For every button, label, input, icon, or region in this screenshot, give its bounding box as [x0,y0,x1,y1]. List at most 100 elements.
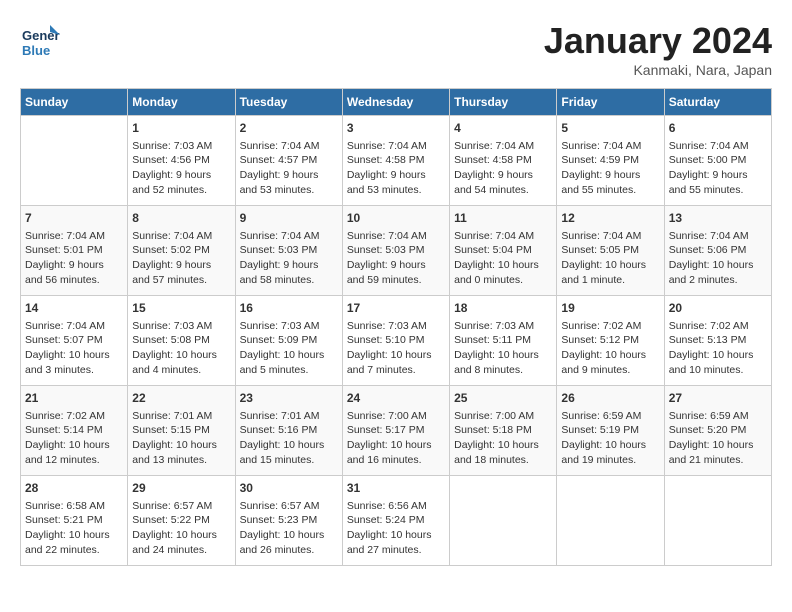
day-content: Sunrise: 6:59 AM Sunset: 5:19 PM Dayligh… [561,409,659,468]
calendar-cell: 13Sunrise: 7:04 AM Sunset: 5:06 PM Dayli… [664,206,771,296]
calendar-cell: 27 Sunrise: 6:59 AM Sunset: 5:20 PM Dayli… [664,386,771,476]
day-content: Sunrise: 7:04 AM Sunset: 5:01 PM Dayligh… [25,229,123,288]
calendar-cell: 23 Sunrise: 7:01 AM Sunset: 5:16 PM Dayli… [235,386,342,476]
calendar-cell: 4 Sunrise: 7:04 AM Sunset: 4:58 PM Daylig… [450,116,557,206]
day-content: Sunrise: 6:59 AM Sunset: 5:20 PM Dayligh… [669,409,767,468]
day-content: Sunrise: 7:03 AM Sunset: 5:11 PM Dayligh… [454,319,552,378]
day-number: 10 [347,210,445,227]
calendar-cell: 28Sunrise: 6:58 AM Sunset: 5:21 PM Dayli… [21,476,128,566]
week-row-2: 14 Sunrise: 7:04 AM Sunset: 5:07 PM Dayli… [21,296,772,386]
day-number: 24 [347,390,445,407]
day-number: 19 [561,300,659,317]
day-number: 23 [240,390,338,407]
calendar-table: SundayMondayTuesdayWednesdayThursdayFrid… [20,88,772,566]
logo: General Blue [20,20,64,60]
day-content: Sunrise: 7:01 AM Sunset: 5:15 PM Dayligh… [132,409,230,468]
day-number: 28 [25,480,123,497]
calendar-cell: 19 Sunrise: 7:02 AM Sunset: 5:12 PM Dayli… [557,296,664,386]
calendar-cell: 20Sunrise: 7:02 AM Sunset: 5:13 PM Dayli… [664,296,771,386]
day-number: 7 [25,210,123,227]
day-number: 29 [132,480,230,497]
day-content: Sunrise: 7:04 AM Sunset: 5:04 PM Dayligh… [454,229,552,288]
day-content: Sunrise: 7:00 AM Sunset: 5:17 PM Dayligh… [347,409,445,468]
day-content: Sunrise: 7:02 AM Sunset: 5:13 PM Dayligh… [669,319,767,378]
calendar-cell: 25 Sunrise: 7:00 AM Sunset: 5:18 PM Dayli… [450,386,557,476]
day-content: Sunrise: 7:01 AM Sunset: 5:16 PM Dayligh… [240,409,338,468]
calendar-cell [21,116,128,206]
calendar-cell [450,476,557,566]
day-content: Sunrise: 7:03 AM Sunset: 5:10 PM Dayligh… [347,319,445,378]
page-header: General Blue January 2024 Kanmaki, Nara,… [20,20,772,78]
day-number: 22 [132,390,230,407]
calendar-cell: 16 Sunrise: 7:03 AM Sunset: 5:09 PM Dayli… [235,296,342,386]
week-row-4: 28Sunrise: 6:58 AM Sunset: 5:21 PM Dayli… [21,476,772,566]
header-day-tuesday: Tuesday [235,89,342,116]
week-row-3: 21 Sunrise: 7:02 AM Sunset: 5:14 PM Dayli… [21,386,772,476]
day-content: Sunrise: 7:04 AM Sunset: 5:06 PM Dayligh… [669,229,767,288]
day-number: 12 [561,210,659,227]
week-row-1: 7 Sunrise: 7:04 AM Sunset: 5:01 PM Daylig… [21,206,772,296]
calendar-cell: 2 Sunrise: 7:04 AM Sunset: 4:57 PM Daylig… [235,116,342,206]
calendar-cell: 9 Sunrise: 7:04 AM Sunset: 5:03 PM Daylig… [235,206,342,296]
day-content: Sunrise: 7:04 AM Sunset: 4:57 PM Dayligh… [240,139,338,198]
day-number: 11 [454,210,552,227]
month-title: January 2024 [544,20,772,62]
day-content: Sunrise: 7:04 AM Sunset: 5:03 PM Dayligh… [347,229,445,288]
day-number: 25 [454,390,552,407]
day-content: Sunrise: 7:03 AM Sunset: 5:08 PM Dayligh… [132,319,230,378]
day-content: Sunrise: 7:04 AM Sunset: 5:05 PM Dayligh… [561,229,659,288]
calendar-cell: 21 Sunrise: 7:02 AM Sunset: 5:14 PM Dayli… [21,386,128,476]
day-content: Sunrise: 7:02 AM Sunset: 5:14 PM Dayligh… [25,409,123,468]
calendar-cell: 7 Sunrise: 7:04 AM Sunset: 5:01 PM Daylig… [21,206,128,296]
header-row: SundayMondayTuesdayWednesdayThursdayFrid… [21,89,772,116]
calendar-cell [664,476,771,566]
day-content: Sunrise: 7:04 AM Sunset: 5:07 PM Dayligh… [25,319,123,378]
week-row-0: 1Sunrise: 7:03 AM Sunset: 4:56 PM Daylig… [21,116,772,206]
day-number: 8 [132,210,230,227]
day-content: Sunrise: 7:03 AM Sunset: 4:56 PM Dayligh… [132,139,230,198]
day-content: Sunrise: 6:57 AM Sunset: 5:22 PM Dayligh… [132,499,230,558]
day-content: Sunrise: 7:04 AM Sunset: 5:00 PM Dayligh… [669,139,767,198]
day-content: Sunrise: 7:04 AM Sunset: 5:03 PM Dayligh… [240,229,338,288]
calendar-cell: 11 Sunrise: 7:04 AM Sunset: 5:04 PM Dayli… [450,206,557,296]
day-number: 4 [454,120,552,137]
calendar-cell: 30Sunrise: 6:57 AM Sunset: 5:23 PM Dayli… [235,476,342,566]
calendar-cell: 6 Sunrise: 7:04 AM Sunset: 5:00 PM Daylig… [664,116,771,206]
header-day-monday: Monday [128,89,235,116]
day-number: 31 [347,480,445,497]
calendar-cell: 24 Sunrise: 7:00 AM Sunset: 5:17 PM Dayli… [342,386,449,476]
day-number: 5 [561,120,659,137]
calendar-cell: 12 Sunrise: 7:04 AM Sunset: 5:05 PM Dayli… [557,206,664,296]
day-number: 2 [240,120,338,137]
day-content: Sunrise: 7:03 AM Sunset: 5:09 PM Dayligh… [240,319,338,378]
day-content: Sunrise: 7:00 AM Sunset: 5:18 PM Dayligh… [454,409,552,468]
calendar-body: 1Sunrise: 7:03 AM Sunset: 4:56 PM Daylig… [21,116,772,566]
day-number: 18 [454,300,552,317]
day-content: Sunrise: 6:56 AM Sunset: 5:24 PM Dayligh… [347,499,445,558]
calendar-cell: 22 Sunrise: 7:01 AM Sunset: 5:15 PM Dayli… [128,386,235,476]
calendar-cell: 5Sunrise: 7:04 AM Sunset: 4:59 PM Daylig… [557,116,664,206]
header-day-friday: Friday [557,89,664,116]
day-number: 15 [132,300,230,317]
calendar-cell: 10 Sunrise: 7:04 AM Sunset: 5:03 PM Dayli… [342,206,449,296]
header-day-thursday: Thursday [450,89,557,116]
day-content: Sunrise: 7:04 AM Sunset: 4:58 PM Dayligh… [454,139,552,198]
day-number: 21 [25,390,123,407]
header-day-saturday: Saturday [664,89,771,116]
day-number: 26 [561,390,659,407]
day-number: 6 [669,120,767,137]
day-number: 9 [240,210,338,227]
day-content: Sunrise: 7:02 AM Sunset: 5:12 PM Dayligh… [561,319,659,378]
day-number: 17 [347,300,445,317]
calendar-cell: 1Sunrise: 7:03 AM Sunset: 4:56 PM Daylig… [128,116,235,206]
calendar-cell: 3Sunrise: 7:04 AM Sunset: 4:58 PM Daylig… [342,116,449,206]
header-day-wednesday: Wednesday [342,89,449,116]
calendar-cell: 8Sunrise: 7:04 AM Sunset: 5:02 PM Daylig… [128,206,235,296]
calendar-header: SundayMondayTuesdayWednesdayThursdayFrid… [21,89,772,116]
day-number: 3 [347,120,445,137]
calendar-cell: 29 Sunrise: 6:57 AM Sunset: 5:22 PM Dayli… [128,476,235,566]
calendar-cell: 18 Sunrise: 7:03 AM Sunset: 5:11 PM Dayli… [450,296,557,386]
day-number: 27 [669,390,767,407]
day-number: 16 [240,300,338,317]
day-number: 14 [25,300,123,317]
